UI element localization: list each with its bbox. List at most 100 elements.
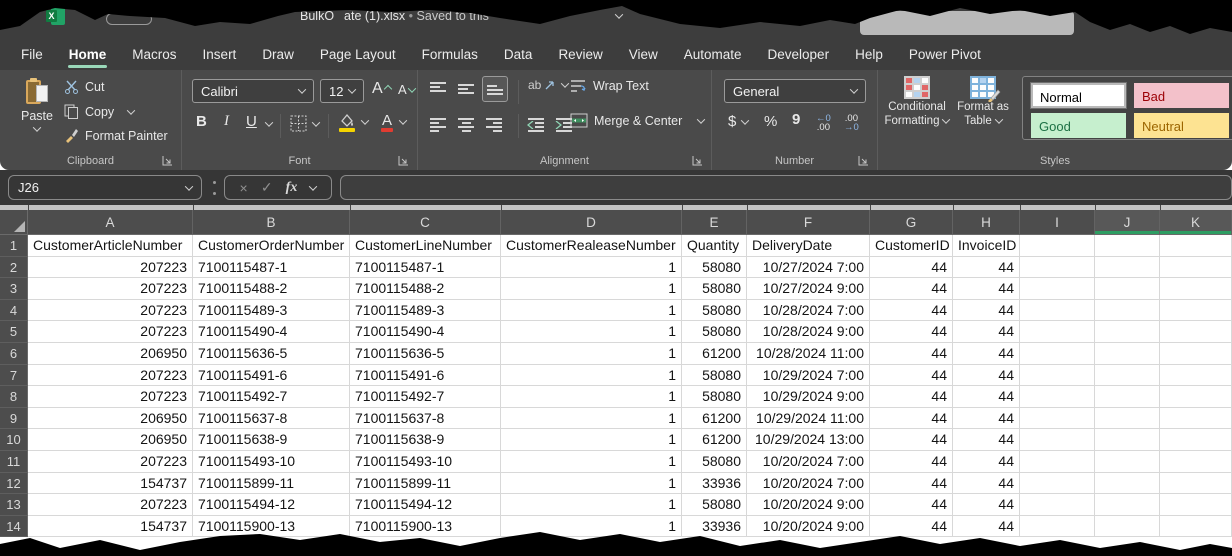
cell-A7[interactable]: 207223 [28,365,193,387]
tab-home[interactable]: Home [56,40,120,70]
cell-C7[interactable]: 7100115491-6 [350,365,501,387]
bold-button[interactable]: B [196,113,207,130]
cell-C5[interactable]: 7100115490-4 [350,321,501,343]
cell-A11[interactable]: 207223 [28,451,193,473]
cell-J13[interactable] [1095,494,1160,516]
column-header-j[interactable]: J [1095,210,1160,235]
cell-G5[interactable]: 44 [870,321,953,343]
cell-D7[interactable]: 1 [501,365,682,387]
cell-A4[interactable]: 207223 [28,300,193,322]
grow-font-button[interactable]: A [372,80,391,98]
cell-D4[interactable]: 1 [501,300,682,322]
font-name-combo[interactable]: Calibri [192,79,314,103]
cell-G14[interactable]: 44 [870,516,953,538]
cell-D13[interactable]: 1 [501,494,682,516]
tab-developer[interactable]: Developer [755,40,843,70]
cell-F13[interactable]: 10/20/2024 9:00 [747,494,870,516]
cell-E14[interactable]: 33936 [682,516,747,538]
align-center-icon[interactable] [458,118,474,131]
cell-E6[interactable]: 61200 [682,343,747,365]
dialog-launcher-icon[interactable] [858,155,869,166]
formula-input[interactable] [340,175,1232,200]
cell-G12[interactable]: 44 [870,473,953,495]
conditional-formatting-button[interactable]: Conditional Formatting [886,76,948,127]
cell-A12[interactable]: 154737 [28,473,193,495]
cell-style-good[interactable]: Good [1031,113,1126,138]
row-header-7[interactable]: 7 [0,365,28,387]
align-right-icon[interactable] [486,118,502,131]
cell-I1[interactable] [1020,235,1095,257]
cell-I10[interactable] [1020,429,1095,451]
cell-D14[interactable]: 1 [501,516,682,538]
cell-G8[interactable]: 44 [870,386,953,408]
align-bottom-button-selected[interactable] [482,76,508,102]
name-box[interactable]: J26 [8,175,202,200]
cell-J3[interactable] [1095,278,1160,300]
cell-D1[interactable]: CustomerRealeaseNumber [501,235,682,257]
merge-center-button[interactable]: Merge & Center [570,113,704,128]
format-as-table-button[interactable]: Format as Table [952,76,1014,127]
row-header-11[interactable]: 11 [0,451,28,473]
cell-A5[interactable]: 207223 [28,321,193,343]
cell-G6[interactable]: 44 [870,343,953,365]
formula-bar-handle[interactable] [213,181,216,195]
cell-D6[interactable]: 1 [501,343,682,365]
cell-I7[interactable] [1020,365,1095,387]
font-color-button[interactable]: A [380,112,406,131]
cell-G11[interactable]: 44 [870,451,953,473]
orientation-button[interactable]: ab [528,78,568,92]
cell-E11[interactable]: 58080 [682,451,747,473]
cell-C9[interactable]: 7100115637-8 [350,408,501,430]
tab-view[interactable]: View [616,40,671,70]
cell-E7[interactable]: 58080 [682,365,747,387]
cell-K3[interactable] [1160,278,1232,300]
cell-D11[interactable]: 1 [501,451,682,473]
cell-C14[interactable]: 7100115900-13 [350,516,501,538]
cell-H5[interactable]: 44 [953,321,1020,343]
column-header-k[interactable]: K [1160,210,1232,235]
borders-button[interactable] [290,115,319,132]
cell-H4[interactable]: 44 [953,300,1020,322]
cell-H7[interactable]: 44 [953,365,1020,387]
cell-I13[interactable] [1020,494,1095,516]
cell-C4[interactable]: 7100115489-3 [350,300,501,322]
chevron-down-icon[interactable] [265,118,273,126]
cell-H11[interactable]: 44 [953,451,1020,473]
row-header-4[interactable]: 4 [0,300,28,322]
cell-A8[interactable]: 207223 [28,386,193,408]
format-painter-button[interactable]: Format Painter [64,128,168,143]
cell-J11[interactable] [1095,451,1160,473]
row-header-2[interactable]: 2 [0,257,28,279]
chevron-down-icon[interactable] [615,10,623,18]
cell-I6[interactable] [1020,343,1095,365]
cell-D5[interactable]: 1 [501,321,682,343]
cell-J5[interactable] [1095,321,1160,343]
font-size-combo[interactable]: 12 [320,79,364,103]
row-header-3[interactable]: 3 [0,278,28,300]
tab-page-layout[interactable]: Page Layout [307,40,409,70]
column-header-d[interactable]: D [501,210,682,235]
cell-E9[interactable]: 61200 [682,408,747,430]
cell-H6[interactable]: 44 [953,343,1020,365]
cell-G7[interactable]: 44 [870,365,953,387]
cell-C10[interactable]: 7100115638-9 [350,429,501,451]
row-header-8[interactable]: 8 [0,386,28,408]
cell-F3[interactable]: 10/27/2024 9:00 [747,278,870,300]
cell-style-neutral[interactable]: Neutral [1134,113,1229,138]
cell-F8[interactable]: 10/29/2024 9:00 [747,386,870,408]
cell-A2[interactable]: 207223 [28,257,193,279]
cell-K13[interactable] [1160,494,1232,516]
select-all-button[interactable] [0,210,28,235]
cell-B7[interactable]: 7100115491-6 [193,365,350,387]
cell-H8[interactable]: 44 [953,386,1020,408]
increase-decimal-button[interactable]: ←0.00 [816,114,831,132]
cell-K2[interactable] [1160,257,1232,279]
cell-K4[interactable] [1160,300,1232,322]
cell-I5[interactable] [1020,321,1095,343]
cell-H14[interactable]: 44 [953,516,1020,538]
cell-B12[interactable]: 7100115899-11 [193,473,350,495]
search-box[interactable] [860,11,1074,35]
dialog-launcher-icon[interactable] [692,155,703,166]
tab-review[interactable]: Review [545,40,615,70]
cell-style-normal[interactable]: Normal [1031,83,1126,108]
